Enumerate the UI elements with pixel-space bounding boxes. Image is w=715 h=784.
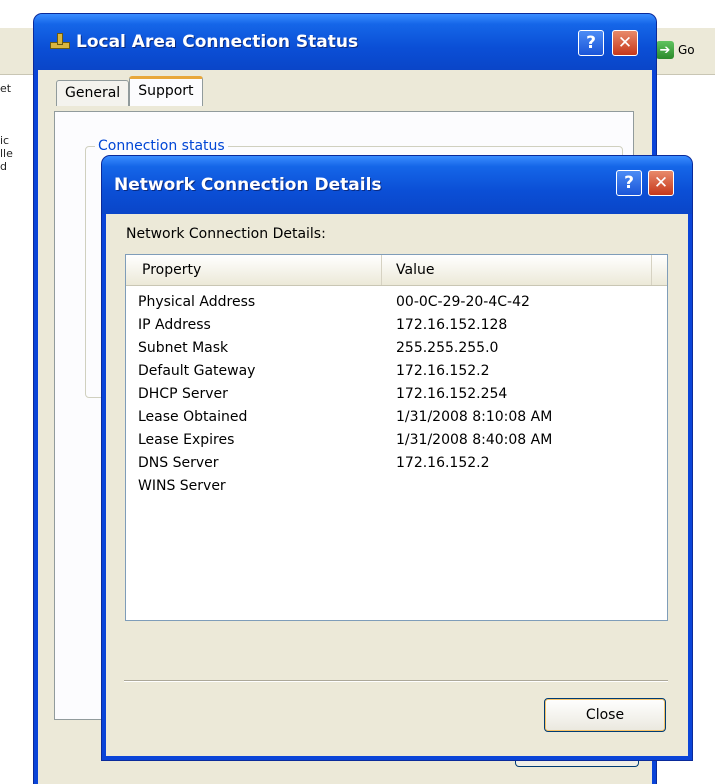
value-cell: 255.255.255.0 [396,339,499,356]
table-row[interactable]: Physical Address 00-0C-29-20-4C-42 [126,290,667,313]
lac-window-title: Local Area Connection Status [76,32,359,52]
go-arrow-icon: ➔ [656,41,674,59]
table-row[interactable]: IP Address 172.16.152.128 [126,313,667,336]
background-text-fragment: d [0,160,7,173]
dialog-divider [124,680,668,682]
tab-general[interactable]: General [56,80,130,106]
close-icon: ✕ [653,173,669,193]
ncd-close-title-button[interactable]: ✕ [648,170,674,196]
help-icon: ? [624,173,634,193]
value-cell: 172.16.152.254 [396,385,508,402]
property-cell: IP Address [138,316,211,333]
column-header-value[interactable]: Value [382,255,652,285]
property-cell: Subnet Mask [138,339,229,356]
table-row[interactable]: WINS Server [126,474,667,497]
go-button[interactable]: ➔ Go [656,38,715,62]
help-icon: ? [586,33,596,53]
ncd-window-title: Network Connection Details [114,175,382,195]
close-button[interactable]: Close [544,698,666,732]
ncd-help-button[interactable]: ? [616,170,642,196]
ncd-titlebar[interactable]: Network Connection Details ? ✕ [102,156,692,214]
property-cell: WINS Server [138,477,226,494]
table-row[interactable]: Subnet Mask 255.255.255.0 [126,336,667,359]
background-text-fragment: ic [0,134,10,147]
lac-tab-strip: General Support [56,76,203,106]
property-cell: DHCP Server [138,385,228,402]
property-cell: Physical Address [138,293,256,310]
ncd-client-area: Network Connection Details: Property Val… [106,214,688,756]
value-cell: 172.16.152.2 [396,362,490,379]
value-cell: 172.16.152.2 [396,454,490,471]
network-connection-details-window: Network Connection Details ? ✕ Network C… [102,156,692,760]
value-cell: 172.16.152.128 [396,316,508,333]
property-cell: DNS Server [138,454,219,471]
table-row[interactable]: DNS Server 172.16.152.2 [126,451,667,474]
lac-titlebar[interactable]: Local Area Connection Status ? ✕ [34,14,656,70]
lac-help-button[interactable]: ? [578,30,604,56]
value-cell: 1/31/2008 8:40:08 AM [396,431,553,448]
background-text-fragment: lle [0,147,13,160]
list-rows: Physical Address 00-0C-29-20-4C-42 IP Addr… [126,290,667,497]
property-cell: Lease Expires [138,431,235,448]
table-row[interactable]: DHCP Server 172.16.152.254 [126,382,667,405]
value-cell: 00-0C-29-20-4C-42 [396,293,530,310]
connection-status-label: Connection status [95,138,228,154]
go-label: Go [678,43,695,57]
network-connection-icon [48,33,70,51]
details-list-view[interactable]: Property Value Physical Address 00-0C-29-… [125,254,668,621]
property-cell: Default Gateway [138,362,256,379]
table-row[interactable]: Lease Obtained 1/31/2008 8:10:08 AM [126,405,667,428]
value-cell: 1/31/2008 8:10:08 AM [396,408,553,425]
tab-support[interactable]: Support [129,76,203,106]
list-header: Property Value [126,255,667,286]
details-caption: Network Connection Details: [126,226,326,242]
table-row[interactable]: Lease Expires 1/31/2008 8:40:08 AM [126,428,667,451]
background-text-fragment: et [0,82,12,95]
table-row[interactable]: Default Gateway 172.16.152.2 [126,359,667,382]
lac-close-button[interactable]: ✕ [612,30,638,56]
property-cell: Lease Obtained [138,408,248,425]
close-icon: ✕ [617,33,633,53]
column-header-property[interactable]: Property [126,255,382,285]
